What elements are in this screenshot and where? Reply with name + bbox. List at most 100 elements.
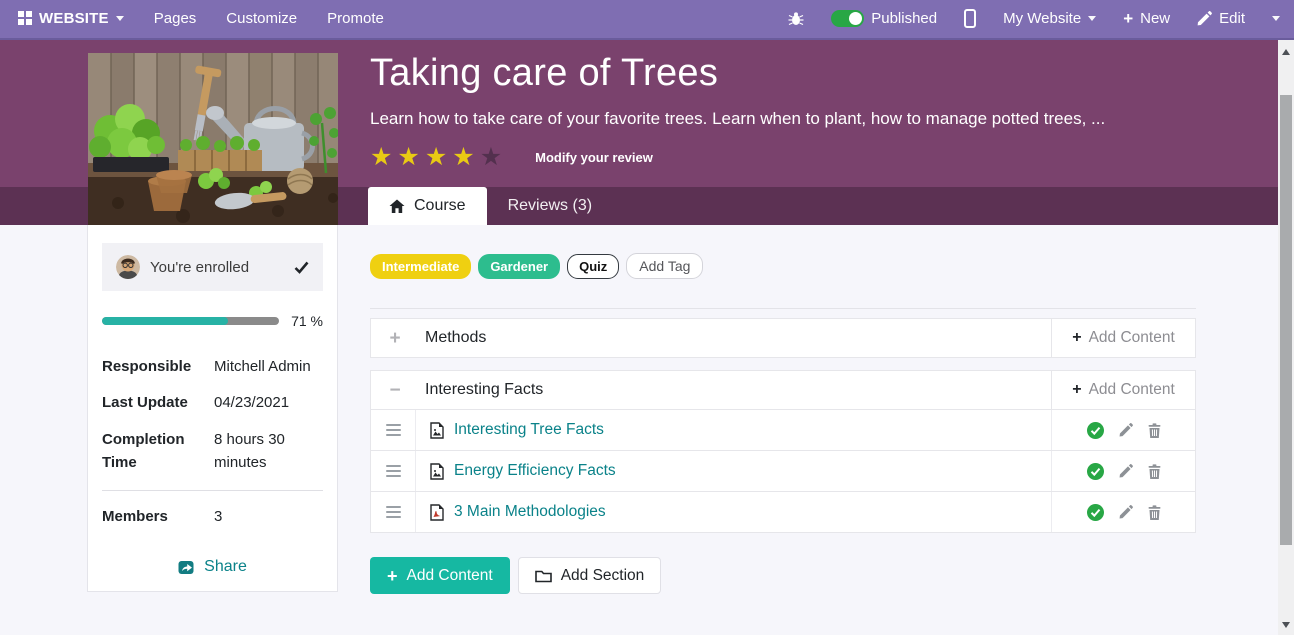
delete-trash-icon[interactable]	[1148, 423, 1161, 438]
tag-quiz[interactable]: Quiz	[567, 254, 619, 279]
vertical-scrollbar[interactable]	[1278, 40, 1294, 635]
course-cover-image	[88, 53, 338, 225]
content-link[interactable]: Interesting Tree Facts	[454, 421, 604, 439]
section-methods: + Methods + Add Content	[370, 318, 1196, 358]
star-icon[interactable]: ★	[452, 143, 479, 171]
detail-row-last-update: Last Update 04/23/2021	[102, 391, 323, 414]
published-check-icon[interactable]	[1087, 504, 1104, 521]
share-label: Share	[204, 558, 247, 576]
star-icon[interactable]: ★	[425, 143, 452, 171]
delete-trash-icon[interactable]	[1148, 505, 1161, 520]
share-link[interactable]: Share	[102, 558, 323, 576]
apps-grid-icon	[18, 11, 32, 25]
avatar	[116, 255, 140, 279]
star-rating[interactable]: ★★★★★	[370, 145, 507, 170]
drag-handle[interactable]	[371, 451, 416, 491]
star-icon[interactable]: ★	[480, 143, 507, 171]
content-row: Interesting Tree Facts	[370, 410, 1196, 451]
website-app-menu[interactable]: WEBSITE	[18, 10, 124, 27]
plus-icon: +	[1072, 381, 1081, 399]
add-content-section-button[interactable]: + Add Content	[1051, 319, 1195, 357]
edit-pencil-icon[interactable]	[1119, 464, 1133, 478]
nav-item-pages[interactable]: Pages	[154, 10, 197, 27]
check-icon	[294, 261, 309, 274]
navbar-more-menu[interactable]	[1272, 16, 1280, 21]
detail-row-members: Members 3	[102, 505, 323, 528]
published-toggle[interactable]	[831, 10, 864, 27]
progress-fill	[102, 317, 228, 325]
new-button[interactable]: + New	[1123, 10, 1170, 27]
garden-photo	[88, 53, 338, 225]
edit-pencil-icon[interactable]	[1119, 423, 1133, 437]
chevron-down-icon	[1272, 16, 1280, 21]
course-description: Learn how to take care of your favorite …	[370, 109, 1105, 129]
add-content-button[interactable]: + Add Content	[370, 557, 510, 594]
add-content-section-button[interactable]: + Add Content	[1051, 371, 1195, 409]
section-title: Interesting Facts	[425, 381, 543, 399]
bug-icon	[788, 11, 804, 26]
website-app-label: WEBSITE	[39, 10, 109, 27]
section-interesting-facts: − Interesting Facts + Add Content	[370, 370, 1196, 410]
enrolled-status-box: You're enrolled	[102, 243, 323, 291]
pencil-icon	[1197, 11, 1212, 26]
detail-row-responsible: Responsible Mitchell Admin	[102, 355, 323, 378]
content-row: Energy Efficiency Facts	[370, 451, 1196, 492]
modify-review-link[interactable]: Modify your review	[535, 150, 653, 165]
content-link[interactable]: Energy Efficiency Facts	[454, 462, 616, 480]
course-details: Responsible Mitchell Admin Last Update 0…	[102, 355, 323, 528]
course-content-area: Intermediate Gardener Quiz Add Tag + Met…	[370, 253, 1196, 594]
delete-trash-icon[interactable]	[1148, 464, 1161, 479]
content-link[interactable]: 3 Main Methodologies	[454, 503, 606, 521]
add-tag-button[interactable]: Add Tag	[626, 253, 703, 279]
plus-icon: +	[1123, 10, 1133, 27]
expand-section-icon[interactable]: +	[388, 329, 402, 348]
edit-button[interactable]: Edit	[1197, 10, 1245, 27]
enrolled-label: You're enrolled	[150, 259, 284, 276]
tags-row: Intermediate Gardener Quiz Add Tag	[370, 253, 1196, 279]
course-progress: 71 %	[102, 313, 323, 329]
scrollbar-thumb[interactable]	[1280, 95, 1292, 545]
top-navbar: WEBSITE Pages Customize Promote	[0, 0, 1294, 40]
progress-bar	[102, 317, 279, 325]
edit-pencil-icon[interactable]	[1119, 505, 1133, 519]
course-title: Taking care of Trees	[370, 52, 1105, 95]
star-icon[interactable]: ★	[370, 143, 397, 171]
folder-icon	[535, 569, 552, 583]
star-icon[interactable]: ★	[397, 143, 424, 171]
nav-item-customize[interactable]: Customize	[226, 10, 297, 27]
published-check-icon[interactable]	[1087, 463, 1104, 480]
content-row: 3 Main Methodologies	[370, 492, 1196, 533]
content-actions: + Add Content Add Section	[370, 557, 1196, 594]
course-info-card: You're enrolled 71 % Responsible Mitchel…	[87, 225, 338, 592]
mobile-phone-icon	[964, 9, 976, 28]
elearning-course-page: WEBSITE Pages Customize Promote	[0, 0, 1294, 635]
scroll-up-arrow[interactable]	[1282, 49, 1290, 55]
chevron-down-icon	[1088, 16, 1096, 21]
divider	[370, 308, 1196, 309]
published-label: Published	[871, 10, 937, 27]
mobile-preview-button[interactable]	[964, 9, 976, 28]
scroll-down-arrow[interactable]	[1282, 622, 1290, 628]
divider	[102, 490, 323, 491]
my-website-menu[interactable]: My Website	[1003, 10, 1096, 27]
tag-intermediate[interactable]: Intermediate	[370, 254, 471, 279]
published-check-icon[interactable]	[1087, 422, 1104, 439]
plus-icon: +	[387, 567, 398, 585]
tab-reviews[interactable]: Reviews (3)	[487, 187, 613, 225]
drag-handle[interactable]	[371, 410, 416, 450]
tag-gardener[interactable]: Gardener	[478, 254, 560, 279]
file-image-icon	[430, 422, 444, 439]
progress-percent-label: 71 %	[291, 313, 323, 329]
collapse-section-icon[interactable]: −	[388, 381, 402, 400]
nav-item-promote[interactable]: Promote	[327, 10, 384, 27]
plus-icon: +	[1072, 329, 1081, 347]
detail-row-completion-time: Completion Time 8 hours 30 minutes	[102, 428, 323, 475]
debug-bug-icon[interactable]	[788, 11, 804, 26]
file-image-icon	[430, 463, 444, 480]
file-pdf-icon	[430, 504, 444, 521]
section-title: Methods	[425, 329, 486, 347]
tab-course[interactable]: Course	[368, 187, 487, 225]
home-icon	[389, 199, 405, 214]
add-section-button[interactable]: Add Section	[518, 557, 662, 594]
drag-handle[interactable]	[371, 492, 416, 532]
